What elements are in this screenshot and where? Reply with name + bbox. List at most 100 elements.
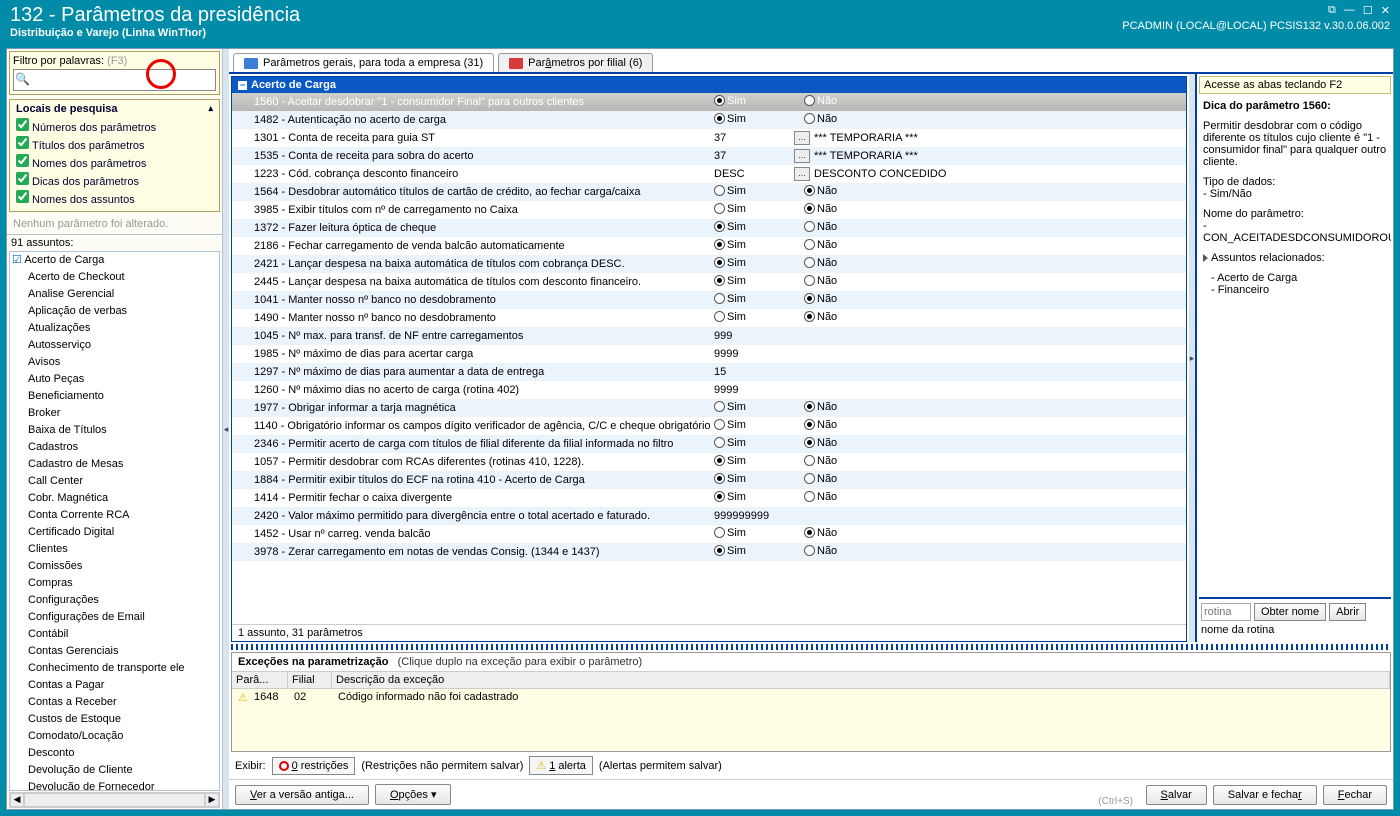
param-row[interactable]: 1985 - Nº máximo de dias para acertar ca… — [232, 345, 1186, 363]
subject-item[interactable]: Configurações — [10, 592, 219, 609]
maximize-icon[interactable]: ☐ — [1363, 4, 1373, 17]
sim-radio[interactable]: Sim — [714, 275, 746, 287]
nao-radio[interactable]: Não — [804, 419, 837, 431]
param-row[interactable]: 1490 - Manter nosso nº banco no desdobra… — [232, 309, 1186, 327]
subject-item[interactable]: Devolução de Fornecedor — [10, 779, 219, 791]
sim-radio[interactable]: Sim — [714, 545, 746, 557]
subject-item[interactable]: Cobr. Magnética — [10, 490, 219, 507]
tab-branch[interactable]: Parâmetros por filial (6) — [498, 53, 653, 72]
sim-radio[interactable]: Sim — [714, 221, 746, 233]
tab-general[interactable]: Parâmetros gerais, para toda a empresa (… — [233, 53, 494, 72]
param-row[interactable]: 1140 - Obrigatório informar os campos dí… — [232, 417, 1186, 435]
param-row[interactable]: 2421 - Lançar despesa na baixa automátic… — [232, 255, 1186, 273]
expand-icon[interactable] — [1203, 254, 1208, 262]
nao-radio[interactable]: Não — [804, 473, 837, 485]
sim-radio[interactable]: Sim — [714, 437, 746, 449]
options-button[interactable]: Opções ▾ — [375, 784, 452, 805]
subject-item[interactable]: Compras — [10, 575, 219, 592]
param-row[interactable]: 1045 - Nº max. para transf. de NF entre … — [232, 327, 1186, 345]
subjects-hscroll[interactable]: ◀ ▶ — [9, 792, 220, 808]
sim-radio[interactable]: Sim — [714, 401, 746, 413]
lookup-button[interactable]: … — [794, 167, 810, 181]
param-row[interactable]: 2420 - Valor máximo permitido para diver… — [232, 507, 1186, 525]
param-row[interactable]: 1223 - Cód. cobrança desconto financeiro… — [232, 165, 1186, 183]
nao-radio[interactable]: Não — [804, 437, 837, 449]
sim-radio[interactable]: Sim — [714, 257, 746, 269]
param-row[interactable]: 1535 - Conta de receita para sobra do ac… — [232, 147, 1186, 165]
subject-item[interactable]: Contábil — [10, 626, 219, 643]
subject-item[interactable]: Beneficiamento — [10, 388, 219, 405]
subject-item[interactable]: Acerto de Carga — [10, 252, 219, 269]
nao-radio[interactable]: Não — [804, 293, 837, 305]
param-row[interactable]: 2445 - Lançar despesa na baixa automátic… — [232, 273, 1186, 291]
sim-radio[interactable]: Sim — [714, 527, 746, 539]
param-value[interactable]: 9999 — [714, 348, 794, 360]
subject-item[interactable]: Contas a Receber — [10, 694, 219, 711]
param-row[interactable]: 1372 - Fazer leitura óptica de cheque Si… — [232, 219, 1186, 237]
filter-input[interactable] — [13, 69, 216, 91]
nao-radio[interactable]: Não — [804, 401, 837, 413]
subject-item[interactable]: Desconto — [10, 745, 219, 762]
subject-item[interactable]: Contas Gerenciais — [10, 643, 219, 660]
subjects-list[interactable]: Acerto de CargaAcerto de CheckoutAnalise… — [9, 251, 220, 791]
routine-input[interactable] — [1201, 603, 1251, 621]
param-row[interactable]: 1301 - Conta de receita para guia ST37…*… — [232, 129, 1186, 147]
subject-item[interactable]: Configurações de Email — [10, 609, 219, 626]
subject-item[interactable]: Certificado Digital — [10, 524, 219, 541]
subject-item[interactable]: Acerto de Checkout — [10, 269, 219, 286]
subject-item[interactable]: Conhecimento de transporte ele — [10, 660, 219, 677]
restore-down-icon[interactable]: ⧉ — [1328, 4, 1336, 17]
param-value[interactable]: 37 — [714, 132, 794, 144]
nao-radio[interactable]: Não — [804, 491, 837, 503]
collapse-group-icon[interactable]: − — [238, 81, 247, 90]
param-row[interactable]: 1564 - Desdobrar automático títulos de c… — [232, 183, 1186, 201]
lookup-button[interactable]: … — [794, 149, 810, 163]
subject-item[interactable]: Atualizações — [10, 320, 219, 337]
param-row[interactable]: 3978 - Zerar carregamento em notas de ve… — [232, 543, 1186, 561]
nao-radio[interactable]: Não — [804, 275, 837, 287]
param-value[interactable]: 999 — [714, 330, 794, 342]
search-loc-checkbox[interactable]: Nomes dos assuntos — [16, 190, 213, 208]
subject-item[interactable]: Conta Corrente RCA — [10, 507, 219, 524]
param-row[interactable]: 1057 - Permitir desdobrar com RCAs difer… — [232, 453, 1186, 471]
param-row[interactable]: 1452 - Usar nº carreg. venda balcão Sim … — [232, 525, 1186, 543]
restrictions-button[interactable]: 0 restrições — [272, 757, 356, 775]
sim-radio[interactable]: Sim — [714, 473, 746, 485]
param-value[interactable]: DESC — [714, 168, 794, 180]
param-row[interactable]: 2186 - Fechar carregamento de venda balc… — [232, 237, 1186, 255]
subject-item[interactable]: Clientes — [10, 541, 219, 558]
close-button[interactable]: Fechar — [1323, 785, 1387, 805]
alerts-button[interactable]: ⚠ 1 alerta — [529, 756, 593, 775]
subject-item[interactable]: Comodato/Locação — [10, 728, 219, 745]
exception-row[interactable]: ⚠164802Código informado não foi cadastra… — [232, 689, 1390, 706]
subject-item[interactable]: Aplicação de verbas — [10, 303, 219, 320]
subject-item[interactable]: Baixa de Títulos — [10, 422, 219, 439]
param-row[interactable]: 1884 - Permitir exibir títulos do ECF na… — [232, 471, 1186, 489]
save-button[interactable]: Salvar — [1146, 785, 1207, 805]
nao-radio[interactable]: Não — [804, 239, 837, 251]
group-header[interactable]: − Acerto de Carga — [232, 77, 1186, 93]
horizontal-splitter[interactable] — [231, 644, 1391, 650]
search-loc-checkbox[interactable]: Títulos dos parâmetros — [16, 136, 213, 154]
param-value[interactable]: 15 — [714, 366, 794, 378]
param-row[interactable]: 1041 - Manter nosso nº banco no desdobra… — [232, 291, 1186, 309]
old-version-button[interactable]: Ver a versão antiga... — [235, 785, 369, 805]
param-row[interactable]: 1414 - Permitir fechar o caixa divergent… — [232, 489, 1186, 507]
param-rows[interactable]: 1560 - Aceitar desdobrar "1 - consumidor… — [232, 93, 1186, 624]
subject-item[interactable]: Auto Peças — [10, 371, 219, 388]
subject-item[interactable]: Autosserviço — [10, 337, 219, 354]
param-row[interactable]: 2346 - Permitir acerto de carga com títu… — [232, 435, 1186, 453]
sim-radio[interactable]: Sim — [714, 239, 746, 251]
subject-item[interactable]: Avisos — [10, 354, 219, 371]
save-close-button[interactable]: Salvar e fechar — [1213, 785, 1317, 805]
subject-item[interactable]: Devolução de Cliente — [10, 762, 219, 779]
nao-radio[interactable]: Não — [804, 545, 837, 557]
nao-radio[interactable]: Não — [804, 203, 837, 215]
get-name-button[interactable]: Obter nome — [1254, 603, 1326, 621]
nao-radio[interactable]: Não — [804, 95, 837, 107]
lookup-button[interactable]: … — [794, 131, 810, 145]
nao-radio[interactable]: Não — [804, 185, 837, 197]
subject-item[interactable]: Custos de Estoque — [10, 711, 219, 728]
subject-item[interactable]: Contas a Pagar — [10, 677, 219, 694]
sim-radio[interactable]: Sim — [714, 419, 746, 431]
